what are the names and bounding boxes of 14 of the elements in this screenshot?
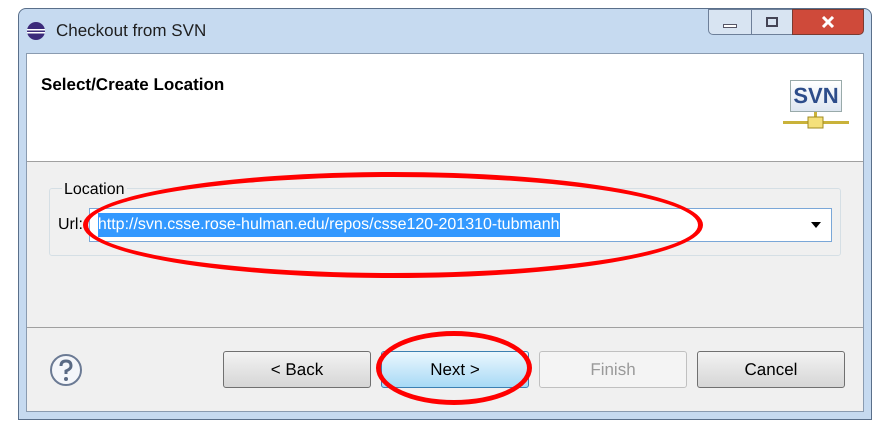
maximize-button[interactable] [752,9,792,35]
svn-logo: SVN [783,80,849,161]
minimize-button[interactable] [708,9,752,35]
window-title: Checkout from SVN [56,20,206,42]
page-title: Select/Create Location [41,74,224,96]
help-icon[interactable] [49,352,83,386]
wizard-button[interactable]: < Back [223,351,371,388]
close-button[interactable] [792,9,864,35]
close-icon [821,16,835,28]
dropdown-arrow-icon[interactable] [811,222,821,228]
url-label: Url: [58,215,83,235]
eclipse-icon [26,21,46,41]
wizard-button[interactable]: Next > [381,351,529,388]
wizard-button[interactable]: Cancel [697,351,845,388]
